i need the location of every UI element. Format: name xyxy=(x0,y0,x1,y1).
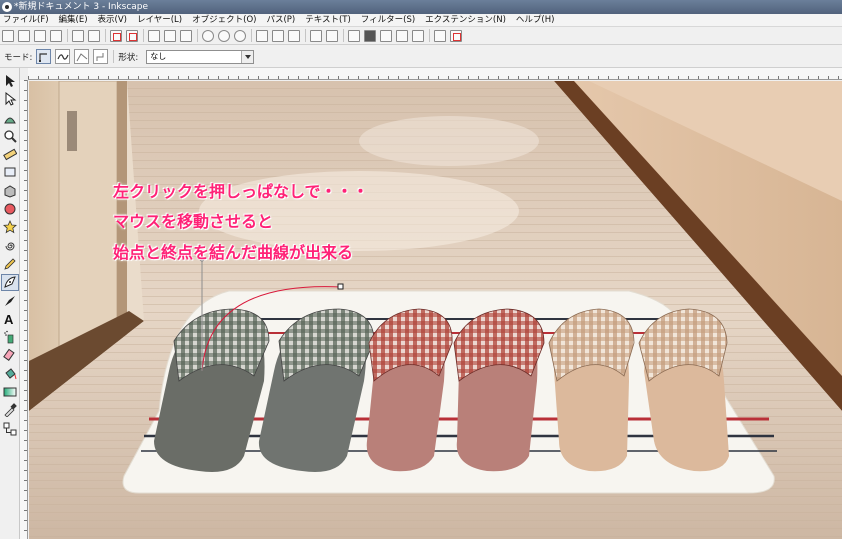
drawing-canvas[interactable]: 左クリックを押しっぱなしで・・・ マウスを移動させると 始点と終点を結んだ曲線が… xyxy=(29,81,842,539)
save-icon[interactable] xyxy=(34,29,46,42)
menu-bar: ファイル(F) 編集(E) 表示(V) レイヤー(L) オブジェクト(O) パス… xyxy=(0,14,842,27)
shape-label: 形状: xyxy=(118,52,139,63)
spiral-tool-icon[interactable] xyxy=(2,239,18,254)
inkscape-logo-icon xyxy=(2,2,12,12)
menu-help[interactable]: ヘルプ(H) xyxy=(516,14,555,26)
regular-bezier-mode-button[interactable] xyxy=(36,49,52,64)
annotation-line-3: 始点と終点を結んだ曲線が出来る xyxy=(113,243,354,262)
measure-tool-icon[interactable] xyxy=(2,147,18,162)
pencil-tool-icon[interactable] xyxy=(2,257,18,272)
separator xyxy=(343,29,344,42)
menu-object[interactable]: オブジェクト(O) xyxy=(192,14,256,26)
text-font-icon[interactable] xyxy=(364,29,376,42)
bucket-tool-icon[interactable] xyxy=(2,367,18,382)
separator xyxy=(67,29,68,42)
menu-filter[interactable]: フィルター(S) xyxy=(361,14,415,26)
duplicate-icon[interactable] xyxy=(256,29,268,42)
menu-path[interactable]: パス(P) xyxy=(266,14,295,26)
print-icon[interactable] xyxy=(50,29,62,42)
pen-tool-icon[interactable] xyxy=(1,274,19,292)
menu-extension[interactable]: エクステンション(N) xyxy=(425,14,506,26)
copy-icon[interactable] xyxy=(148,29,160,42)
mode-label: モード: xyxy=(4,52,33,63)
bspline-path-icon xyxy=(76,53,88,62)
spray-tool-icon[interactable] xyxy=(2,330,18,345)
node-tool-icon[interactable] xyxy=(2,92,18,107)
zoom-tool-icon[interactable] xyxy=(2,129,18,144)
ellipse-tool-icon[interactable] xyxy=(2,202,18,217)
spiro-path-icon xyxy=(57,54,69,60)
xml-editor-icon[interactable] xyxy=(396,29,408,42)
tweak-tool-icon[interactable] xyxy=(2,111,18,126)
tool-controls-bar: モード: 形状: なし xyxy=(0,46,842,68)
svg-text:A: A xyxy=(4,312,14,326)
menu-view[interactable]: 表示(V) xyxy=(98,14,127,26)
toolbox: A xyxy=(0,68,20,539)
annotation-line-2: マウスを移動させると xyxy=(113,212,274,231)
separator xyxy=(113,50,115,63)
dropper-tool-icon[interactable] xyxy=(2,403,18,418)
rect-tool-icon[interactable] xyxy=(2,165,18,180)
import-icon[interactable] xyxy=(72,29,84,42)
curve-end-node xyxy=(337,283,344,290)
selector-tool-icon[interactable] xyxy=(2,74,18,89)
gradient-tool-icon[interactable] xyxy=(2,385,18,400)
align-distribute-icon[interactable] xyxy=(412,29,424,42)
chevron-down-icon[interactable] xyxy=(241,50,254,63)
bezier-path-icon xyxy=(39,53,48,62)
bspline-mode-button[interactable] xyxy=(74,49,90,64)
ruler-corner xyxy=(20,68,28,80)
menu-text[interactable]: テキスト(T) xyxy=(305,14,351,26)
menu-layer[interactable]: レイヤー(L) xyxy=(137,14,182,26)
menu-edit[interactable]: 編集(E) xyxy=(59,14,88,26)
hallway-photo xyxy=(29,81,842,539)
separator xyxy=(305,29,306,42)
shape-dropdown-value: なし xyxy=(150,51,167,61)
shape-dropdown[interactable]: なし xyxy=(146,49,255,64)
clone-icon[interactable] xyxy=(272,29,284,42)
layers-icon[interactable] xyxy=(380,29,392,42)
separator xyxy=(251,29,252,42)
window-title: *新規ドキュメント 3 - Inkscape xyxy=(14,2,149,12)
title-bar: *新規ドキュメント 3 - Inkscape xyxy=(0,0,842,14)
slipper-beige-left xyxy=(548,308,635,472)
paraxial-mode-button[interactable] xyxy=(93,49,109,64)
separator xyxy=(197,29,198,42)
preferences-icon[interactable] xyxy=(450,29,462,42)
new-document-icon[interactable] xyxy=(2,29,14,42)
open-file-icon[interactable] xyxy=(18,29,30,42)
spiro-mode-button[interactable] xyxy=(55,49,71,64)
fill-stroke-icon[interactable] xyxy=(348,29,360,42)
separator xyxy=(429,29,430,42)
inkscape-window: *新規ドキュメント 3 - Inkscape ファイル(F) 編集(E) 表示(… xyxy=(0,0,842,539)
separator xyxy=(143,29,144,42)
calligraphy-tool-icon[interactable] xyxy=(2,294,18,309)
paraxial-path-icon xyxy=(96,53,104,61)
commands-bar xyxy=(0,27,842,45)
eraser-tool-icon[interactable] xyxy=(2,348,18,363)
export-icon[interactable] xyxy=(88,29,100,42)
text-tool-icon[interactable]: A xyxy=(2,312,18,327)
ungroup-icon[interactable] xyxy=(326,29,338,42)
menu-file[interactable]: ファイル(F) xyxy=(3,14,49,26)
zoom-selection-icon[interactable] xyxy=(202,29,214,42)
3dbox-tool-icon[interactable] xyxy=(2,184,18,199)
group-icon[interactable] xyxy=(310,29,322,42)
zoom-page-icon[interactable] xyxy=(234,29,246,42)
horizontal-ruler[interactable] xyxy=(28,68,842,80)
star-tool-icon[interactable] xyxy=(2,220,18,235)
redo-icon[interactable] xyxy=(126,29,138,42)
document-properties-icon[interactable] xyxy=(434,29,446,42)
separator xyxy=(105,29,106,42)
undo-icon[interactable] xyxy=(110,29,122,42)
connector-tool-icon[interactable] xyxy=(2,422,18,437)
vertical-ruler[interactable] xyxy=(20,80,28,539)
cut-icon[interactable] xyxy=(164,29,176,42)
paste-icon[interactable] xyxy=(180,29,192,42)
annotation-line-1: 左クリックを押しっぱなしで・・・ xyxy=(113,182,369,201)
zoom-drawing-icon[interactable] xyxy=(218,29,230,42)
unlink-clone-icon[interactable] xyxy=(288,29,300,42)
